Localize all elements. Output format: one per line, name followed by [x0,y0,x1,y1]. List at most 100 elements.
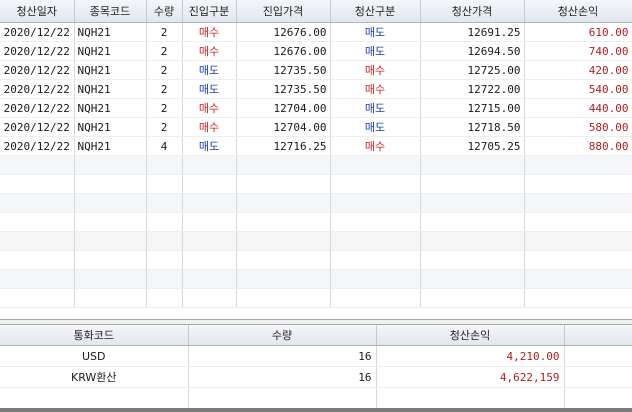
empty-cell [420,231,525,251]
empty-cell [74,231,147,251]
cell-pnl: 540.00 [524,79,632,99]
empty-cell [182,269,237,289]
summary-grid[interactable]: 통화코드 수량 청산손익 USD 16 4,210.00 KRW환산 16 4,… [0,324,632,409]
empty-cell [236,250,331,270]
empty-cell [330,193,421,213]
table-row[interactable]: 2020/12/22 NQH21 2 매도 12735.50 매수 12722.00 540.… [0,79,632,99]
empty-cell [524,231,632,251]
empty-cell [74,174,147,194]
cell-qty: 2 [146,117,183,137]
empty-cell [182,212,237,232]
empty-cell [146,174,183,194]
empty-cell [330,269,421,289]
cell-close-date: 2020/12/22 [0,79,75,99]
trade-history-grid[interactable]: 청산일자 종목코드 수량 진입구분 진입가격 청산구분 청산가격 청산손익 20… [0,0,632,320]
summary-qty: 16 [188,366,377,388]
cell-exit-price: 12691.25 [420,22,525,42]
table-row[interactable]: 2020/12/22 NQH21 2 매수 12676.00 매도 12691.25 610.… [0,22,632,42]
col-header-close-date[interactable]: 청산일자 [0,0,75,23]
cell-entry-side: 매도 [182,136,237,156]
summary-table: 통화코드 수량 청산손익 USD 16 4,210.00 KRW환산 16 4,… [0,325,632,409]
empty-cell [420,174,525,194]
empty-cell [330,250,421,270]
trade-table: 청산일자 종목코드 수량 진입구분 진입가격 청산구분 청산가격 청산손익 20… [0,0,632,308]
empty-cell [420,269,525,289]
summary-row[interactable]: USD 16 4,210.00 [0,345,632,367]
table-row[interactable]: 2020/12/22 NQH21 2 매수 12704.00 매도 12715.00 440.… [0,98,632,118]
col-header-summary-qty[interactable]: 수량 [188,325,377,346]
cell-symbol: NQH21 [74,22,147,42]
summary-row[interactable]: KRW환산 16 4,622,159 [0,366,632,388]
cell-entry-price: 12735.50 [236,79,331,99]
empty-cell [236,288,331,308]
cell-qty: 2 [146,60,183,80]
cell-exit-price: 12722.00 [420,79,525,99]
cell-symbol: NQH21 [74,98,147,118]
cell-close-date: 2020/12/22 [0,41,75,61]
empty-cell [524,155,632,175]
summary-filler [564,345,632,367]
cell-symbol: NQH21 [74,60,147,80]
cell-symbol: NQH21 [74,117,147,137]
cell-entry-price: 12716.25 [236,136,331,156]
empty-cell [0,250,75,270]
summary-currency: USD [0,345,189,367]
empty-cell [146,288,183,308]
empty-cell [182,193,237,213]
col-header-qty[interactable]: 수량 [146,0,183,23]
cell-close-date: 2020/12/22 [0,117,75,137]
empty-row [0,288,632,308]
empty-cell [146,155,183,175]
empty-row [0,155,632,175]
cell-symbol: NQH21 [74,79,147,99]
col-header-exit-price[interactable]: 청산가격 [420,0,525,23]
empty-cell [74,288,147,308]
empty-cell [236,231,331,251]
cell-entry-side: 매수 [182,117,237,137]
empty-cell [420,155,525,175]
col-header-pnl[interactable]: 청산손익 [524,0,632,23]
cell-exit-price: 12718.50 [420,117,525,137]
empty-cell [182,231,237,251]
empty-cell [146,231,183,251]
empty-cell [420,212,525,232]
cell-entry-side: 매수 [182,22,237,42]
col-header-entry-price[interactable]: 진입가격 [236,0,331,23]
empty-cell [524,193,632,213]
cell-exit-price: 12715.00 [420,98,525,118]
cell-exit-side: 매도 [330,41,421,61]
cell-entry-side: 매도 [182,79,237,99]
empty-cell [524,174,632,194]
cell-exit-side: 매수 [330,60,421,80]
table-row[interactable]: 2020/12/22 NQH21 2 매도 12735.50 매수 12725.00 420.… [0,60,632,80]
cell-exit-price: 12705.25 [420,136,525,156]
cell-close-date: 2020/12/22 [0,22,75,42]
col-header-exit-side[interactable]: 청산구분 [330,0,421,23]
cell-exit-side: 매도 [330,117,421,137]
cell-entry-price: 12735.50 [236,60,331,80]
empty-cell [524,288,632,308]
table-row[interactable]: 2020/12/22 NQH21 2 매수 12704.00 매도 12718.50 580.… [0,117,632,137]
col-header-currency[interactable]: 통화코드 [0,325,189,346]
table-row[interactable]: 2020/12/22 NQH21 4 매도 12716.25 매수 12705.25 880.… [0,136,632,156]
cell-entry-price: 12704.00 [236,98,331,118]
empty-cell [146,212,183,232]
empty-row [0,174,632,194]
empty-cell [330,212,421,232]
cell-entry-price: 12704.00 [236,117,331,137]
empty-cell [182,155,237,175]
cell-entry-price: 12676.00 [236,22,331,42]
empty-cell [236,193,331,213]
empty-cell [236,174,331,194]
cell-pnl: 880.00 [524,136,632,156]
col-header-summary-pnl[interactable]: 청산손익 [376,325,565,346]
empty-cell [0,212,75,232]
empty-cell [182,174,237,194]
empty-cell [74,212,147,232]
trade-table-body: 2020/12/22 NQH21 2 매수 12676.00 매도 12691.25 610.… [0,22,632,308]
cell-pnl: 580.00 [524,117,632,137]
table-row[interactable]: 2020/12/22 NQH21 2 매수 12676.00 매도 12694.50 740.… [0,41,632,61]
empty-cell [146,269,183,289]
col-header-entry-side[interactable]: 진입구분 [182,0,237,23]
col-header-symbol[interactable]: 종목코드 [74,0,147,23]
